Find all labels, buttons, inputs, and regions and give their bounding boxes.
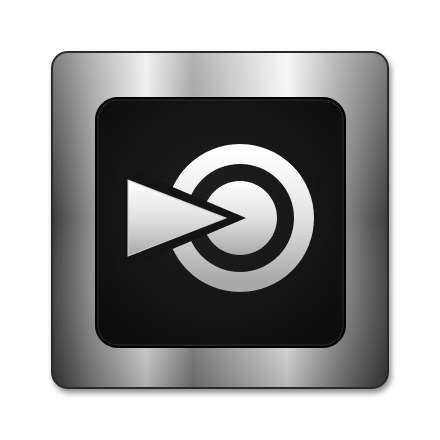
app-icon[interactable] xyxy=(0,0,440,440)
icon-canvas xyxy=(0,0,440,440)
